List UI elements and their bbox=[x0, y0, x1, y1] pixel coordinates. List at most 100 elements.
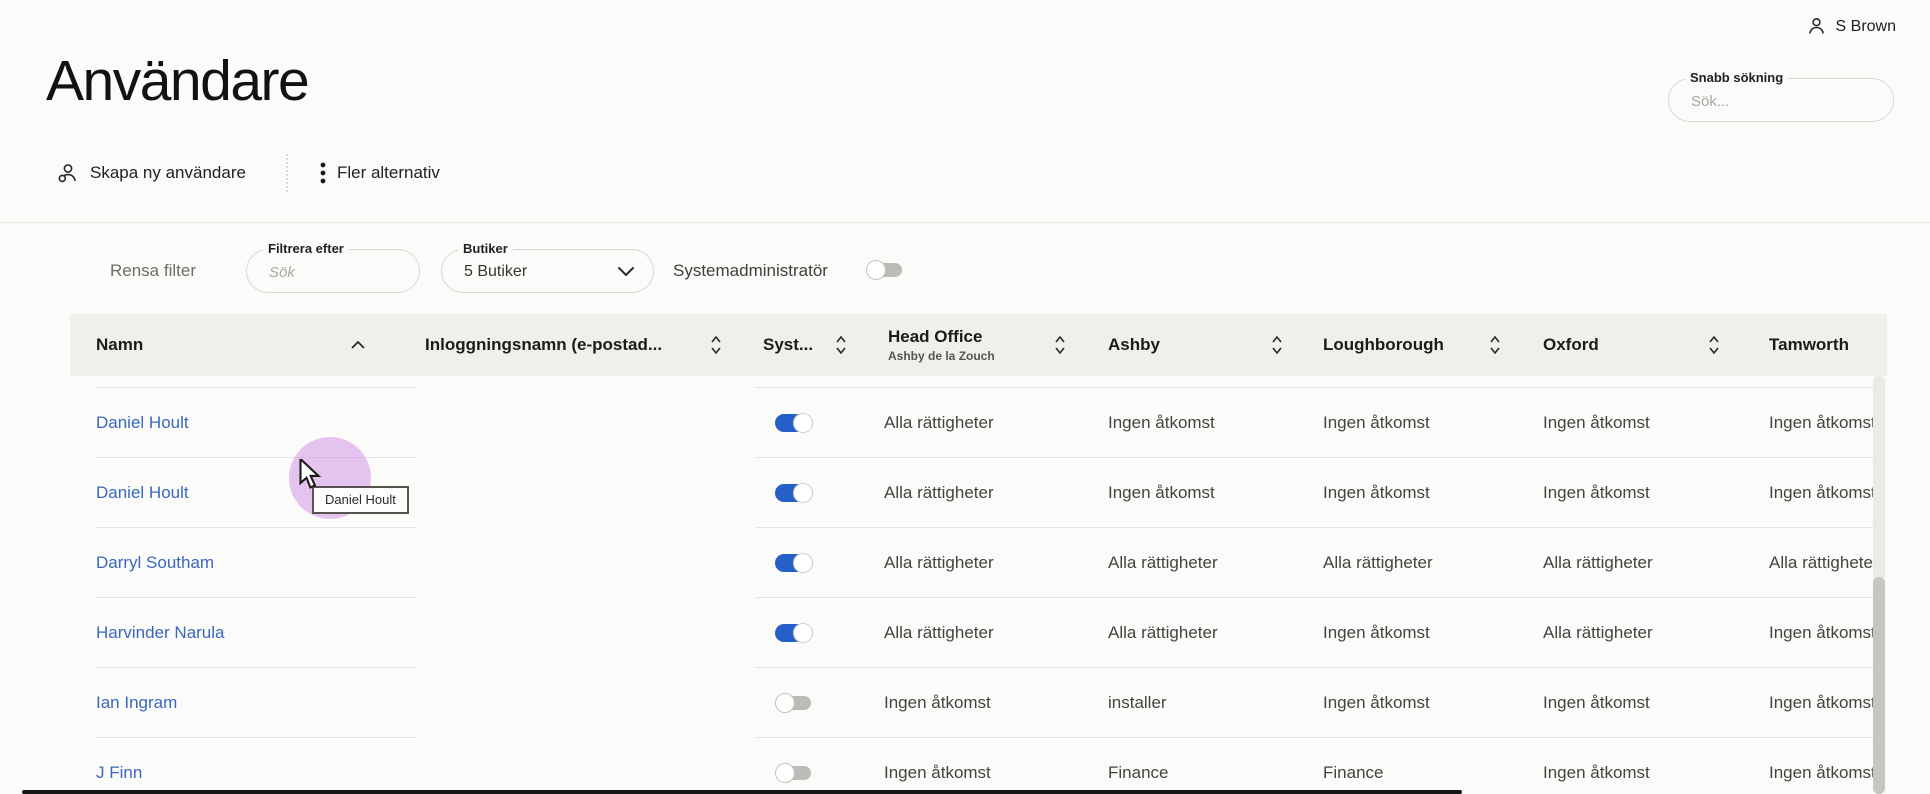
column-sublabel: Ashby de la Zouch bbox=[888, 349, 995, 363]
tamworth-cell: Alla rättigheter bbox=[1769, 553, 1879, 572]
sysadmin-cell bbox=[775, 458, 813, 528]
clear-filters-button[interactable]: Rensa filter bbox=[110, 261, 196, 281]
user-link[interactable]: Darryl Southam bbox=[96, 553, 214, 573]
sort-icon[interactable] bbox=[709, 334, 723, 356]
create-user-button[interactable]: Skapa ny användare bbox=[56, 162, 246, 185]
column-header-namn[interactable]: Namn bbox=[96, 314, 366, 376]
head-office-cell: Alla rättigheter bbox=[884, 553, 994, 572]
oxford-cell: Ingen åtkomst bbox=[1543, 413, 1650, 432]
stores-selected-value: 5 Butiker bbox=[464, 263, 528, 280]
column-label: Ashby bbox=[1108, 335, 1160, 354]
column-header-head-office[interactable]: Head Office Ashby de la Zouch bbox=[888, 314, 1067, 376]
column-header-systemadmin[interactable]: Syst... bbox=[763, 314, 848, 376]
ashby-cell: Ingen åtkomst bbox=[1108, 413, 1215, 432]
user-link[interactable]: Daniel Hoult bbox=[96, 413, 189, 433]
sysadmin-cell bbox=[775, 388, 813, 458]
loughborough-cell: Ingen åtkomst bbox=[1323, 623, 1430, 642]
add-user-icon bbox=[56, 162, 79, 185]
user-menu[interactable]: S Brown bbox=[1806, 16, 1896, 37]
oxford-cell: Ingen åtkomst bbox=[1543, 483, 1650, 502]
tamworth-cell: Ingen åtkomst bbox=[1769, 693, 1876, 712]
scrollbar-thumb[interactable] bbox=[1873, 576, 1885, 794]
bottom-edge-bar bbox=[22, 790, 1462, 794]
stores-select[interactable]: Butiker 5 Butiker bbox=[441, 241, 654, 293]
sort-icon[interactable] bbox=[1488, 334, 1502, 356]
quick-search-label: Snabb sökning bbox=[1685, 70, 1789, 85]
tamworth-cell: Ingen åtkomst bbox=[1769, 483, 1876, 502]
loughborough-cell: Finance bbox=[1323, 763, 1384, 782]
filter-by-field: Filtrera efter bbox=[246, 241, 420, 293]
user-link[interactable]: Ian Ingram bbox=[96, 693, 177, 713]
more-options-button[interactable]: Fler alternativ bbox=[320, 161, 440, 185]
sort-icon[interactable] bbox=[1707, 334, 1721, 356]
name-tooltip: Daniel Hoult bbox=[312, 486, 409, 514]
filter-by-input[interactable] bbox=[247, 250, 419, 292]
user-name-cell: Daniel Hoult bbox=[96, 388, 189, 458]
column-header-inloggningsnamn[interactable]: Inloggningsnamn (e-postad... bbox=[425, 314, 723, 376]
users-table: Namn Inloggningsnamn (e-postad... Syst..… bbox=[70, 314, 1887, 794]
tamworth-cell: Ingen åtkomst bbox=[1769, 623, 1876, 642]
column-header-tamworth[interactable]: Tamworth bbox=[1769, 314, 1887, 376]
user-name-cell: Harvinder Narula bbox=[96, 598, 225, 668]
sort-icon[interactable] bbox=[1053, 334, 1067, 356]
stores-label: Butiker bbox=[458, 241, 513, 256]
user-link[interactable]: Daniel Hoult bbox=[96, 483, 189, 503]
sysadmin-cell bbox=[775, 668, 813, 738]
loughborough-cell: Ingen åtkomst bbox=[1323, 413, 1430, 432]
column-label: Tamworth bbox=[1769, 335, 1849, 354]
column-header-ashby[interactable]: Ashby bbox=[1108, 314, 1284, 376]
ashby-cell: Alla rättigheter bbox=[1108, 553, 1218, 572]
column-label: Oxford bbox=[1543, 335, 1599, 354]
user-name-cell: Darryl Southam bbox=[96, 528, 214, 598]
head-office-cell: Alla rättigheter bbox=[884, 413, 994, 432]
sysadmin-cell bbox=[775, 738, 813, 794]
user-link[interactable]: Harvinder Narula bbox=[96, 623, 225, 643]
column-label: Namn bbox=[96, 335, 144, 354]
user-icon bbox=[1806, 16, 1827, 37]
sysadmin-row-toggle[interactable] bbox=[775, 413, 813, 433]
quick-search-input[interactable] bbox=[1669, 79, 1893, 121]
kebab-menu-icon bbox=[320, 161, 326, 185]
page-title: Användare bbox=[46, 49, 310, 113]
table-row: J Finn Ingen åtkomst Finance Finance Ing… bbox=[70, 738, 1887, 794]
mouse-cursor-icon bbox=[299, 459, 323, 489]
actions-divider bbox=[285, 154, 288, 192]
tamworth-cell: Ingen åtkomst bbox=[1769, 413, 1876, 432]
sysadmin-row-toggle[interactable] bbox=[775, 553, 813, 573]
user-name-cell: J Finn bbox=[96, 738, 142, 794]
sysadmin-row-toggle[interactable] bbox=[775, 693, 813, 713]
scrolled-row-stub bbox=[70, 376, 1887, 388]
table-row: Harvinder Narula Alla rättigheter Alla r… bbox=[70, 598, 1887, 668]
ashby-cell: installer bbox=[1108, 693, 1167, 712]
column-label: Loughborough bbox=[1323, 335, 1444, 354]
table-row: Darryl Southam Alla rättigheter Alla rät… bbox=[70, 528, 1887, 598]
table-header: Namn Inloggningsnamn (e-postad... Syst..… bbox=[70, 314, 1887, 376]
oxford-cell: Ingen åtkomst bbox=[1543, 693, 1650, 712]
user-name: S Brown bbox=[1835, 17, 1896, 35]
sort-icon[interactable] bbox=[834, 334, 848, 356]
column-label: Syst... bbox=[763, 335, 814, 354]
sysadmin-row-toggle[interactable] bbox=[775, 763, 813, 783]
column-header-loughborough[interactable]: Loughborough bbox=[1323, 314, 1502, 376]
ashby-cell: Ingen åtkomst bbox=[1108, 483, 1215, 502]
quick-search: Snabb sökning bbox=[1668, 70, 1894, 122]
sort-asc-icon[interactable] bbox=[350, 340, 366, 350]
sysadmin-cell bbox=[775, 528, 813, 598]
head-office-cell: Alla rättigheter bbox=[884, 483, 994, 502]
sort-icon[interactable] bbox=[1270, 334, 1284, 356]
user-link[interactable]: J Finn bbox=[96, 763, 142, 783]
head-office-cell: Alla rättigheter bbox=[884, 623, 994, 642]
oxford-cell: Alla rättigheter bbox=[1543, 623, 1653, 642]
sysadmin-filter-toggle[interactable] bbox=[866, 260, 904, 280]
sysadmin-filter-label: Systemadministratör bbox=[673, 261, 828, 280]
vertical-scrollbar[interactable] bbox=[1873, 376, 1885, 794]
column-header-oxford[interactable]: Oxford bbox=[1543, 314, 1721, 376]
ashby-cell: Alla rättigheter bbox=[1108, 623, 1218, 642]
column-label: Inloggningsnamn (e-postad... bbox=[425, 335, 663, 354]
section-divider bbox=[0, 222, 1930, 223]
toggle-knob bbox=[866, 260, 886, 280]
sysadmin-row-toggle[interactable] bbox=[775, 483, 813, 503]
sysadmin-row-toggle[interactable] bbox=[775, 623, 813, 643]
loughborough-cell: Ingen åtkomst bbox=[1323, 693, 1430, 712]
oxford-cell: Ingen åtkomst bbox=[1543, 763, 1650, 782]
